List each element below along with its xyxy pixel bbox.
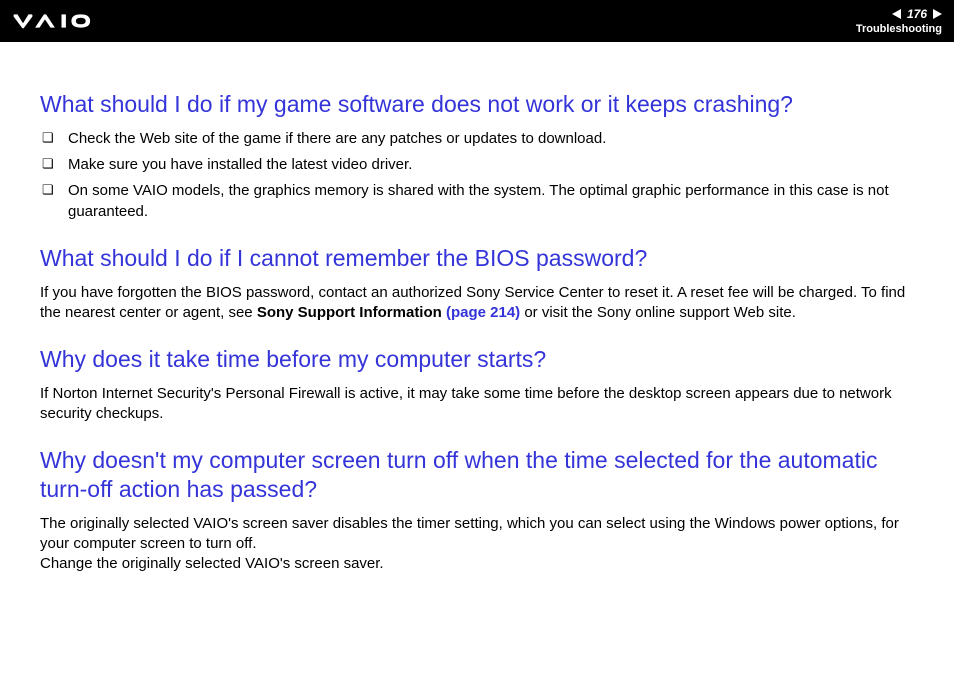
list-item: Make sure you have installed the latest … [40, 155, 914, 175]
header-right: 176 Troubleshooting [856, 7, 942, 35]
question-heading: What should I do if I cannot remember th… [40, 244, 914, 273]
answer-text: Change the originally selected VAIO's sc… [40, 555, 384, 572]
list-item: On some VAIO models, the graphics memory… [40, 181, 914, 222]
answer-paragraph: If you have forgotten the BIOS password,… [40, 283, 914, 324]
list-item: Check the Web site of the game if there … [40, 129, 914, 149]
prev-page-arrow-icon[interactable] [892, 9, 901, 19]
answer-paragraph: If Norton Internet Security's Personal F… [40, 384, 914, 425]
vaio-logo [12, 8, 122, 34]
question-heading: What should I do if my game software doe… [40, 90, 914, 119]
question-heading: Why doesn't my computer screen turn off … [40, 446, 914, 504]
answer-text: or visit the Sony online support Web sit… [520, 304, 796, 321]
page-content: What should I do if my game software doe… [0, 42, 954, 595]
answer-paragraph: The originally selected VAIO's screen sa… [40, 514, 914, 575]
inline-reference: Sony Support Information [257, 304, 446, 321]
page-reference-link[interactable]: (page 214) [446, 304, 520, 321]
section-label: Troubleshooting [856, 23, 942, 35]
pager: 176 [892, 7, 942, 21]
question-heading: Why does it take time before my computer… [40, 345, 914, 374]
page-header: 176 Troubleshooting [0, 0, 954, 42]
page-number: 176 [907, 7, 927, 21]
bullet-list: Check the Web site of the game if there … [40, 129, 914, 222]
next-page-arrow-icon[interactable] [933, 9, 942, 19]
answer-text: The originally selected VAIO's screen sa… [40, 515, 899, 552]
